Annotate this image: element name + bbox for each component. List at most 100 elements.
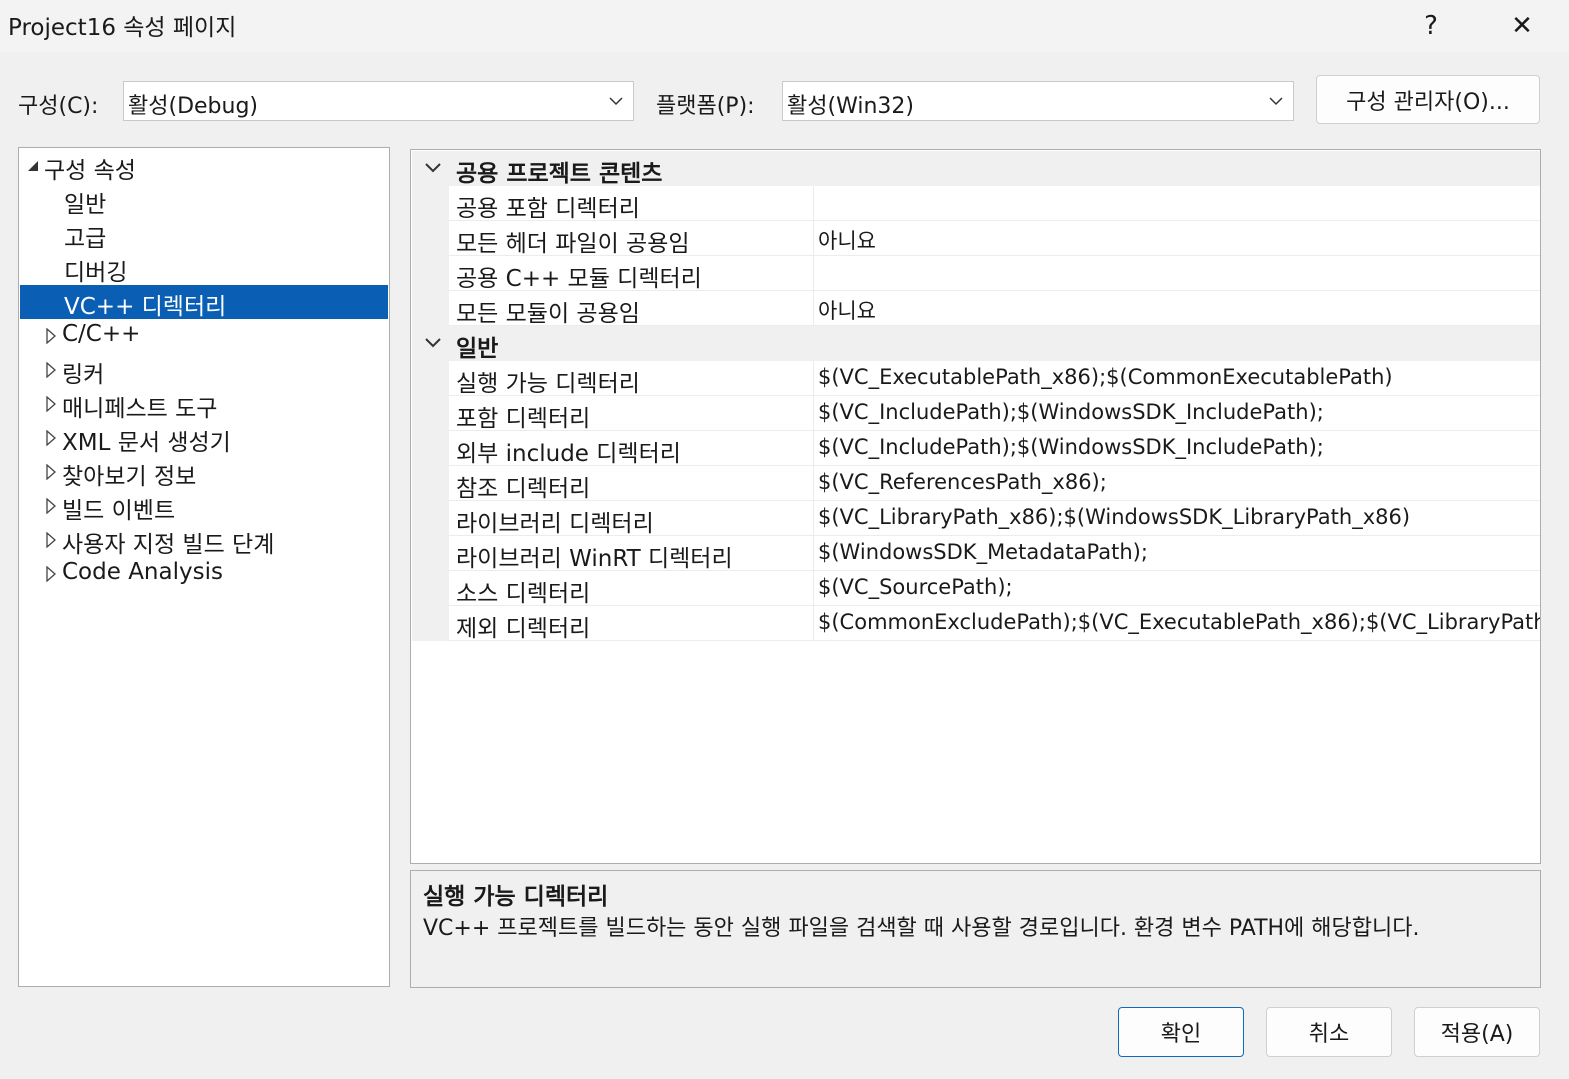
column-divider[interactable] (813, 291, 814, 326)
property-name: 라이브러리 디렉터리 (456, 511, 654, 537)
tree-item[interactable]: VC++ 디렉터리 (20, 285, 388, 320)
row-gutter (412, 466, 449, 501)
window-title: Project16 속성 페이지 (8, 15, 237, 41)
close-icon: ✕ (1511, 11, 1533, 41)
column-divider[interactable] (813, 361, 814, 396)
property-row[interactable]: 제외 디렉터리 $(CommonExcludePath);$(VC_Executa… (412, 606, 1540, 642)
title-bar: Project16 속성 페이지 ? ✕ (0, 0, 1569, 52)
tree-item[interactable]: 빌드 이벤트 (20, 489, 388, 524)
tree-item[interactable]: 사용자 지정 빌드 단계 (20, 523, 388, 558)
column-divider[interactable] (813, 221, 814, 256)
description-pane: 실행 가능 디렉터리 VC++ 프로젝트를 빌드하는 동안 실행 파일을 검색할… (410, 870, 1541, 988)
property-row[interactable]: 참조 디렉터리 $(VC_ReferencesPath_x86); (412, 466, 1540, 502)
platform-combo[interactable]: 활성(Win32) (782, 81, 1294, 121)
column-divider[interactable] (813, 501, 814, 536)
property-value[interactable]: $(VC_ExecutablePath_x86);$(CommonExecuta… (818, 365, 1393, 389)
column-divider[interactable] (813, 256, 814, 291)
description-text: VC++ 프로젝트를 빌드하는 동안 실행 파일을 검색할 때 사용할 경로입니… (423, 916, 1420, 941)
tree-item-label: VC++ 디렉터리 (64, 294, 227, 320)
tree-item[interactable]: 찾아보기 정보 (20, 455, 388, 490)
category-header[interactable]: 공용 프로젝트 콘텐츠 (412, 151, 1540, 187)
tree-item-label: Code Analysis (62, 559, 223, 585)
tree-item[interactable]: XML 문서 생성기 (20, 421, 388, 456)
collapsed-triangle-icon[interactable] (45, 464, 57, 480)
column-divider[interactable] (813, 606, 814, 641)
ok-button[interactable]: 확인 (1118, 1007, 1244, 1057)
help-icon: ? (1424, 11, 1438, 41)
collapsed-triangle-icon[interactable] (45, 396, 57, 412)
property-row[interactable]: 포함 디렉터리 $(VC_IncludePath);$(WindowsSDK_In… (412, 396, 1540, 432)
property-name: 공용 C++ 모듈 디렉터리 (456, 266, 702, 292)
property-name: 참조 디렉터리 (456, 476, 591, 502)
collapsed-triangle-icon[interactable] (45, 430, 57, 446)
tree-root[interactable]: 구성 속성 (20, 149, 388, 184)
property-value[interactable]: 아니요 (818, 295, 876, 325)
collapsed-triangle-icon[interactable] (45, 532, 57, 548)
property-value[interactable]: $(VC_IncludePath);$(WindowsSDK_IncludePa… (818, 435, 1324, 459)
column-divider[interactable] (813, 571, 814, 606)
row-gutter (412, 396, 449, 431)
property-value[interactable]: $(VC_SourcePath); (818, 575, 1013, 599)
config-manager-button[interactable]: 구성 관리자(O)... (1316, 75, 1540, 124)
row-gutter (412, 431, 449, 466)
property-row[interactable]: 라이브러리 디렉터리 $(VC_LibraryPath_x86);$(Window… (412, 501, 1540, 537)
apply-button[interactable]: 적용(A) (1414, 1007, 1540, 1057)
tree-item[interactable]: 매니페스트 도구 (20, 387, 388, 422)
category-header[interactable]: 일반 (412, 326, 1540, 362)
chevron-down-icon[interactable] (424, 336, 442, 350)
property-row[interactable]: 공용 C++ 모듈 디렉터리 (412, 256, 1540, 292)
tree-item[interactable]: 일반 (20, 183, 388, 218)
property-row[interactable]: 모든 모듈이 공용임 아니요 (412, 291, 1540, 327)
property-row[interactable]: 라이브러리 WinRT 디렉터리 $(WindowsSDK_MetadataPat… (412, 536, 1540, 572)
tree-item-label: 고급 (64, 226, 107, 252)
column-divider[interactable] (813, 396, 814, 431)
property-value[interactable]: $(VC_ReferencesPath_x86); (818, 470, 1107, 494)
tree-item-label: 빌드 이벤트 (62, 498, 176, 524)
tree-item-label: 디버깅 (64, 260, 128, 286)
tree-item[interactable]: 디버깅 (20, 251, 388, 286)
row-gutter (412, 186, 449, 221)
property-value[interactable]: $(VC_LibraryPath_x86);$(WindowsSDK_Libra… (818, 505, 1410, 529)
row-gutter (412, 536, 449, 571)
config-value: 활성(Debug) (128, 94, 258, 119)
row-gutter (412, 501, 449, 536)
property-row[interactable]: 소스 디렉터리 $(VC_SourcePath); (412, 571, 1540, 607)
column-divider[interactable] (813, 186, 814, 221)
property-grid[interactable]: 공용 프로젝트 콘텐츠 공용 포함 디렉터리 모든 헤더 파일이 공용임 아니요 공용 … (410, 149, 1541, 864)
property-name: 모든 모듈이 공용임 (456, 301, 640, 327)
expanded-triangle-icon (28, 161, 38, 171)
cancel-button[interactable]: 취소 (1266, 1007, 1392, 1057)
close-button[interactable]: ✕ (1487, 0, 1557, 52)
property-name: 모든 헤더 파일이 공용임 (456, 231, 690, 257)
tree-root-label: 구성 속성 (44, 158, 136, 184)
tree-item[interactable]: 고급 (20, 217, 388, 252)
property-value[interactable]: $(WindowsSDK_MetadataPath); (818, 540, 1148, 564)
column-divider[interactable] (813, 431, 814, 466)
property-row[interactable]: 외부 include 디렉터리 $(VC_IncludePath);$(Windo… (412, 431, 1540, 467)
column-divider[interactable] (813, 536, 814, 571)
collapsed-triangle-icon[interactable] (45, 362, 57, 378)
column-divider[interactable] (813, 466, 814, 501)
chevron-down-icon[interactable] (424, 161, 442, 175)
config-combo[interactable]: 활성(Debug) (123, 81, 634, 121)
collapsed-triangle-icon[interactable] (45, 328, 57, 344)
property-name: 포함 디렉터리 (456, 406, 591, 432)
tree-item[interactable]: 링커 (20, 353, 388, 388)
platform-label: 플랫폼(P): (656, 94, 755, 119)
property-row[interactable]: 모든 헤더 파일이 공용임 아니요 (412, 221, 1540, 257)
category-title: 공용 프로젝트 콘텐츠 (456, 161, 663, 187)
property-tree[interactable]: 구성 속성 일반고급디버깅 VC++ 디렉터리 C/C++ 링커 매니페스트 도구 XML… (18, 147, 390, 987)
chevron-down-icon (1269, 97, 1283, 106)
row-gutter (412, 256, 449, 291)
property-value[interactable]: $(VC_IncludePath);$(WindowsSDK_IncludePa… (818, 400, 1324, 424)
tree-item[interactable]: C/C++ (20, 319, 388, 353)
collapsed-triangle-icon[interactable] (45, 566, 57, 582)
tree-item-label: XML 문서 생성기 (62, 430, 231, 456)
collapsed-triangle-icon[interactable] (45, 498, 57, 514)
property-value[interactable]: 아니요 (818, 225, 876, 255)
property-row[interactable]: 실행 가능 디렉터리 $(VC_ExecutablePath_x86);$(Com… (412, 361, 1540, 397)
property-value[interactable]: $(CommonExcludePath);$(VC_ExecutablePath… (818, 610, 1540, 634)
help-button[interactable]: ? (1396, 0, 1466, 52)
property-row[interactable]: 공용 포함 디렉터리 (412, 186, 1540, 222)
tree-item[interactable]: Code Analysis (20, 557, 388, 591)
